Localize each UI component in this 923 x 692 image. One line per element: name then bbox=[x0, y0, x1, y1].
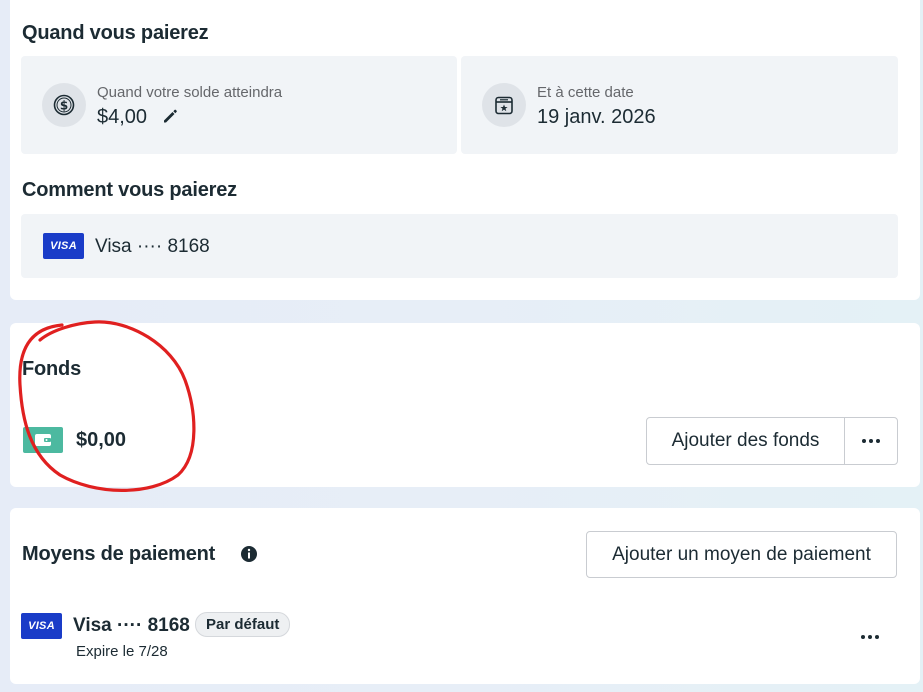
date-value: 19 janv. 2026 bbox=[537, 106, 656, 128]
payment-card-panel: VISA Visa ···· 8168 bbox=[21, 214, 898, 278]
funds-card: Fonds $0,00 Ajouter des fonds bbox=[10, 323, 920, 487]
payment-method-name: Visa ···· 8168 bbox=[73, 615, 190, 636]
threshold-panel: $ Quand votre solde atteindra $4,00 bbox=[21, 56, 457, 154]
payment-card-text: Visa ···· 8168 bbox=[95, 236, 210, 257]
payment-methods-card: Moyens de paiement Ajouter un moyen de p… bbox=[10, 508, 920, 684]
svg-text:$: $ bbox=[60, 99, 68, 113]
more-icon bbox=[862, 439, 880, 443]
pencil-icon[interactable] bbox=[161, 107, 179, 125]
threshold-label: Quand votre solde atteindra bbox=[97, 84, 283, 101]
more-icon bbox=[861, 635, 879, 639]
default-badge: Par défaut bbox=[195, 612, 291, 637]
payment-method-more-button[interactable] bbox=[856, 628, 884, 646]
date-panel: Et à cette date 19 janv. 2026 bbox=[461, 56, 898, 154]
add-payment-method-button[interactable]: Ajouter un moyen de paiement bbox=[586, 531, 897, 578]
payment-method-expiry: Expire le 7/28 bbox=[76, 643, 168, 660]
funds-title: Fonds bbox=[22, 358, 81, 380]
date-label: Et à cette date bbox=[537, 84, 634, 101]
how-you-pay-title: Comment vous paierez bbox=[22, 179, 237, 201]
funds-more-button[interactable] bbox=[844, 417, 898, 465]
info-icon[interactable] bbox=[240, 545, 258, 563]
dollar-coin-icon: $ bbox=[42, 83, 86, 127]
calendar-star-icon bbox=[482, 83, 526, 127]
payment-methods-title: Moyens de paiement bbox=[22, 543, 216, 565]
funds-amount: $0,00 bbox=[76, 429, 127, 451]
wallet-icon bbox=[23, 427, 63, 453]
add-funds-button[interactable]: Ajouter des fonds bbox=[646, 417, 845, 465]
visa-logo-icon: VISA bbox=[21, 613, 62, 639]
billing-settings-card: Quand vous paierez $ Quand votre solde a… bbox=[10, 0, 920, 300]
when-you-pay-title: Quand vous paierez bbox=[22, 22, 209, 44]
threshold-value: $4,00 bbox=[97, 106, 148, 128]
visa-logo-icon: VISA bbox=[43, 233, 84, 259]
